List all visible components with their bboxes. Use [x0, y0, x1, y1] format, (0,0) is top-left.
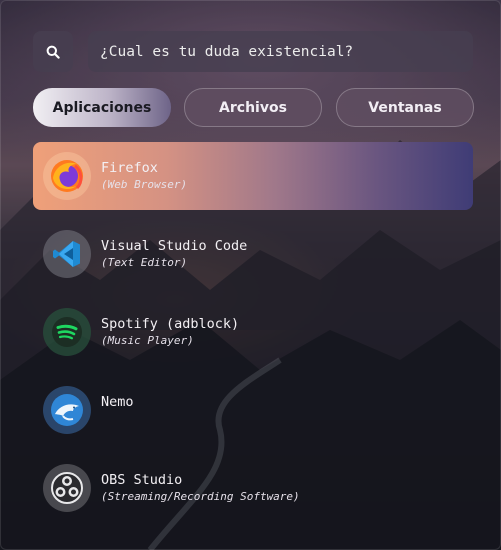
- obs-icon: [43, 464, 91, 512]
- app-name: Firefox: [101, 160, 158, 176]
- firefox-icon: [43, 152, 91, 200]
- list-item-spotify[interactable]: Spotify (adblock) (Music Player): [33, 298, 473, 366]
- app-description: (Web Browser): [101, 178, 188, 191]
- list-item-nemo[interactable]: Nemo: [33, 376, 473, 444]
- list-item-obs-studio[interactable]: OBS Studio (Streaming/Recording Software…: [33, 454, 473, 522]
- tab-archivos[interactable]: Archivos: [184, 88, 322, 127]
- app-name: Spotify (adblock): [101, 316, 240, 332]
- spotify-icon: [43, 308, 91, 356]
- search-icon: [46, 45, 60, 59]
- app-name: OBS Studio: [101, 472, 183, 488]
- app-description: (Music Player): [101, 334, 194, 347]
- tab-ventanas[interactable]: Ventanas: [336, 88, 474, 127]
- app-name: Visual Studio Code: [101, 238, 248, 254]
- vscode-icon: [43, 230, 91, 278]
- list-item-vscode[interactable]: Visual Studio Code (Text Editor): [33, 220, 473, 288]
- search-placeholder: ¿Cual es tu duda existencial?: [100, 43, 354, 60]
- tab-aplicaciones[interactable]: Aplicaciones: [33, 88, 171, 127]
- app-name: Nemo: [101, 394, 134, 410]
- app-description: (Streaming/Recording Software): [101, 490, 300, 503]
- app-description: (Text Editor): [101, 256, 188, 269]
- nemo-icon: [43, 386, 91, 434]
- search-button[interactable]: [33, 31, 73, 72]
- search-input[interactable]: ¿Cual es tu duda existencial?: [88, 31, 473, 72]
- list-item-firefox[interactable]: Firefox (Web Browser): [33, 142, 473, 210]
